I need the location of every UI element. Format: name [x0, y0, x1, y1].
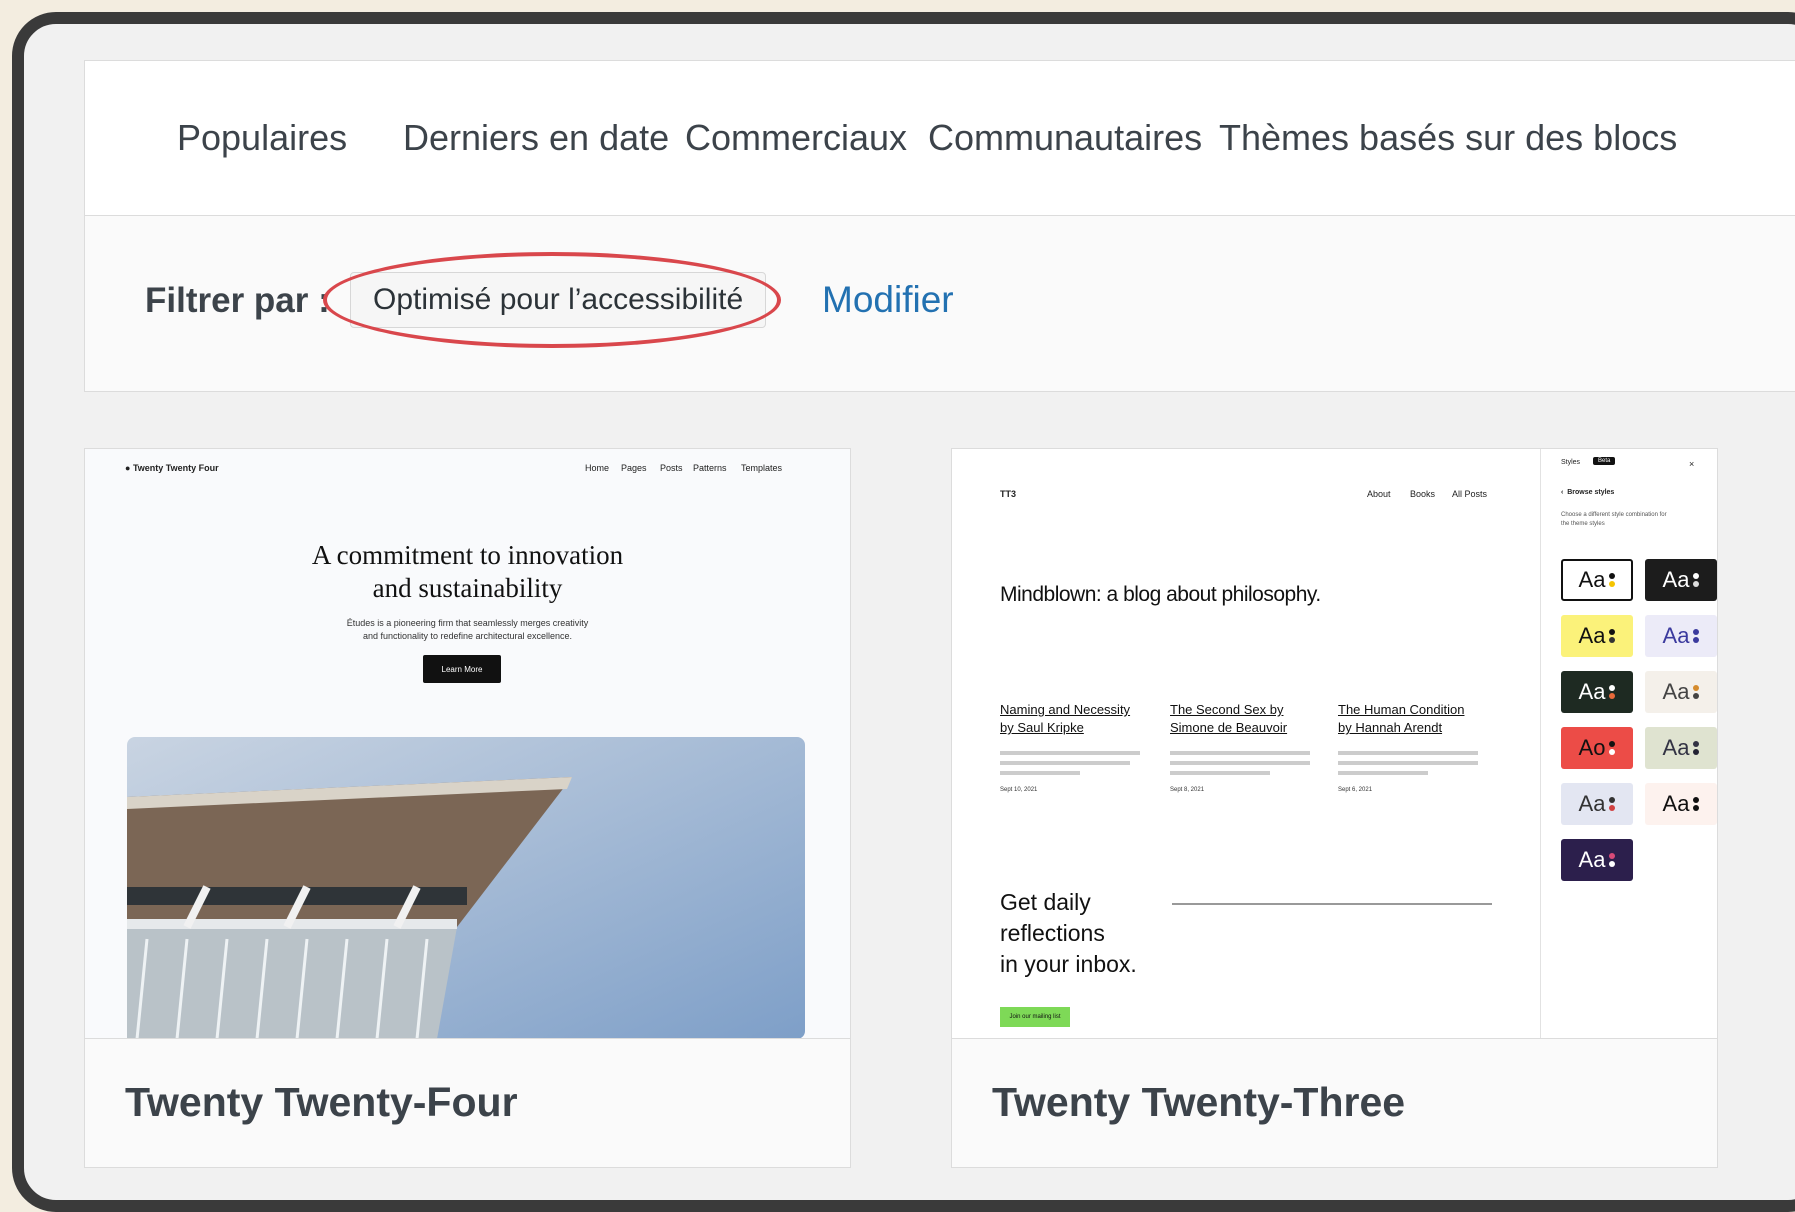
theme-card-footer: Twenty Twenty-Three	[952, 1038, 1717, 1167]
preview-body: Études is a pioneering firm that seamles…	[346, 618, 589, 641]
preview-headline: Mindblown: a blog about philosophy.	[1000, 583, 1321, 606]
theme-tabs: Populaires Derniers en date Commerciaux …	[84, 60, 1795, 216]
style-swatch: Aa	[1645, 559, 1717, 601]
preview-nav-about: About	[1367, 489, 1391, 499]
theme-name: Twenty Twenty-Three	[992, 1079, 1406, 1125]
style-swatch: Aa	[1561, 671, 1633, 713]
preview-nav-posts: Posts	[660, 463, 683, 473]
preview-site-title: TT3	[1000, 489, 1017, 499]
preview-nav-pages: Pages	[621, 463, 647, 473]
preview-site-title: ● Twenty Twenty Four	[125, 463, 219, 473]
style-swatch: Aa	[1561, 783, 1633, 825]
filter-bar: Filtrer par : Optimisé pour l’accessibil…	[84, 216, 1795, 392]
theme-name: Twenty Twenty-Four	[125, 1079, 518, 1125]
preview-cta-text: Get daily reflections in your inbox.	[1000, 889, 1137, 977]
theme-card-footer: Twenty Twenty-Four	[85, 1038, 850, 1167]
tab-populaires[interactable]: Populaires	[177, 117, 347, 159]
style-swatch: Aa	[1645, 615, 1717, 657]
modify-link[interactable]: Modifier	[822, 279, 954, 321]
preview-styles-panel: Styles Beta × ‹ Browse styles Choose a d…	[1540, 449, 1717, 1039]
style-swatch: Ao	[1561, 727, 1633, 769]
style-swatch: Aa	[1645, 727, 1717, 769]
preview-building-photo	[127, 737, 805, 1039]
preview-panel-desc: Choose a different style combination for…	[1561, 512, 1667, 527]
close-icon: ×	[1689, 459, 1695, 469]
preview-heading: A commitment to innovation and sustainab…	[311, 540, 624, 603]
theme-screenshot[interactable]: ● Twenty Twenty Four Home Pages Posts Pa…	[85, 449, 850, 1039]
style-swatch: Aa	[1561, 839, 1633, 881]
preview-nav-patterns: Patterns	[693, 463, 727, 473]
preview-panel-badge: Beta	[1593, 457, 1616, 465]
style-swatch: Aa	[1645, 671, 1717, 713]
preview-panel-back: ‹ Browse styles	[1561, 489, 1615, 496]
theme-card-twenty-twenty-three[interactable]: TT3 About Books All Posts Mindblown: a b…	[951, 448, 1718, 1168]
preview-nav-all-posts: All Posts	[1452, 489, 1488, 499]
style-swatch: Aa	[1561, 559, 1633, 601]
tab-derniers[interactable]: Derniers en date	[403, 117, 669, 159]
tab-commerciaux[interactable]: Commerciaux	[685, 117, 907, 159]
tab-block-themes[interactable]: Thèmes basés sur des blocs	[1219, 117, 1677, 159]
preview-cta-button: Join our mailing list	[1000, 1007, 1070, 1027]
preview-post: Naming and Necessity by Saul Kripke Sept…	[1000, 701, 1150, 793]
highlight-circle	[323, 252, 781, 348]
theme-card-twenty-twenty-four[interactable]: ● Twenty Twenty Four Home Pages Posts Pa…	[84, 448, 851, 1168]
preview-learn-more-button: Learn More	[423, 655, 501, 683]
theme-screenshot[interactable]: TT3 About Books All Posts Mindblown: a b…	[952, 449, 1717, 1039]
filter-label: Filtrer par :	[145, 281, 330, 320]
tab-communautaires[interactable]: Communautaires	[928, 117, 1202, 159]
preview-nav-home: Home	[585, 463, 610, 473]
preview-divider	[1172, 903, 1492, 905]
style-swatch: Aa	[1645, 783, 1717, 825]
preview-nav-books: Books	[1410, 489, 1436, 499]
preview-post: The Human Condition by Hannah Arendt Sep…	[1338, 701, 1488, 793]
preview-nav-templates: Templates	[741, 463, 783, 473]
style-swatch: Aa	[1561, 615, 1633, 657]
preview-post: The Second Sex by Simone de Beauvoir Sep…	[1170, 701, 1320, 793]
browser-frame: Populaires Derniers en date Commerciaux …	[12, 12, 1795, 1212]
preview-panel-title: Styles	[1561, 459, 1581, 466]
